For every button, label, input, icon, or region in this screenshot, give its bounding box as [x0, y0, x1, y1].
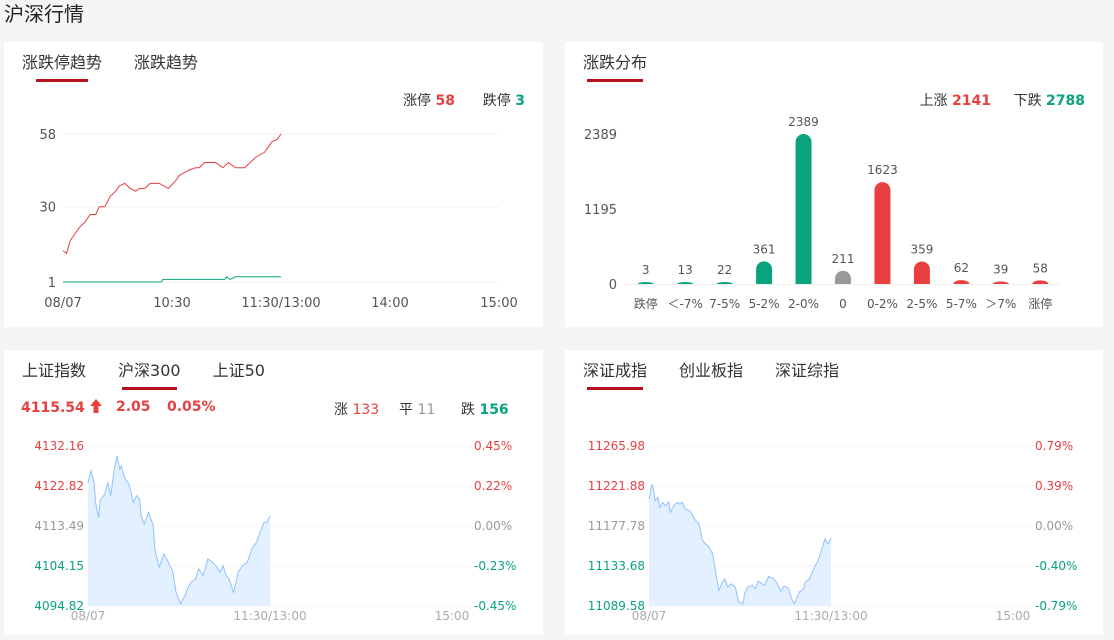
x-tick-label: 14:00 — [371, 296, 408, 311]
x-tick-label: 15:00 — [480, 296, 517, 311]
pct-tick-label: -0.45% — [474, 599, 516, 613]
y-tick-label: 4104.15 — [34, 559, 84, 573]
x-tick-label: 15:00 — [996, 609, 1031, 623]
bar — [637, 282, 654, 284]
category-label: 7-5% — [709, 297, 740, 311]
page-title: 沪深行情 — [4, 2, 84, 26]
bar-value-label: 361 — [753, 242, 776, 256]
bar — [795, 134, 812, 284]
x-tick-label: 10:30 — [153, 296, 190, 311]
csi300-chart: 4132.16 0.45% 4122.82 0.22% 4113.49 0.00% 4104… — [34, 439, 516, 623]
pct-tick-label: 0.45% — [474, 439, 512, 453]
pct-tick-label: 0.00% — [474, 519, 512, 533]
category-label: 0 — [839, 297, 847, 311]
index-panel-right: 深证成指 创业板指 深证综指 11265.98 0.79% 11221.88 0.39… — [565, 350, 1103, 635]
x-tick-label: 08/07 — [632, 609, 667, 623]
bar-value-label: 58 — [1033, 261, 1048, 275]
category-label: 5-2% — [749, 297, 780, 311]
pct-tick-label: 0.79% — [1035, 439, 1073, 453]
limit-trend-chart: 1 30 58 08/07 10:30 11:30/13:00 14:00 15:00 — [39, 128, 517, 311]
y-tick-label: 4122.82 — [34, 479, 84, 493]
y-tick-label: 11177.78 — [588, 519, 645, 533]
bar-value-label: 39 — [993, 263, 1008, 277]
y-tick-label: 11133.68 — [588, 559, 645, 573]
pct-tick-label: 0.22% — [474, 479, 512, 493]
bar-value-label: 13 — [678, 263, 693, 277]
price-area — [88, 455, 270, 606]
szse-component-chart: 11265.98 0.79% 11221.88 0.39% 11177.78 0.00% 1… — [588, 439, 1078, 623]
x-tick-label: 11:30/13:00 — [233, 609, 306, 623]
bar-value-label: 359 — [910, 242, 933, 256]
series-line-limit-up — [62, 133, 282, 255]
pct-tick-label: -0.23% — [474, 559, 516, 573]
category-label: 跌停 — [634, 296, 658, 311]
bar — [756, 261, 773, 284]
y-tick-label: 2389 — [584, 128, 617, 143]
y-tick-label: 11221.88 — [588, 479, 645, 493]
pct-tick-label: 0.00% — [1035, 519, 1073, 533]
distribution-panel: 涨跌分布 上涨 2141 下跌 2788 0 1195 2389 3 跌停 13 ＜-7% 2… — [565, 42, 1103, 327]
category-label: 2-0% — [788, 297, 819, 311]
bar — [992, 281, 1009, 284]
bar-value-label: 211 — [832, 252, 855, 266]
category-label: 涨停 — [1028, 296, 1052, 311]
category-label: 5-7% — [946, 297, 977, 311]
bar — [913, 261, 930, 284]
bar — [874, 182, 891, 284]
category-label: 0-2% — [867, 297, 898, 311]
bar — [835, 270, 851, 284]
category-label: ＜-7% — [667, 297, 702, 311]
distribution-chart: 0 1195 2389 3 跌停 13 ＜-7% 22 7-5% 361 5-2% 2389 2-0% 2… — [584, 115, 1060, 311]
bar — [953, 280, 970, 284]
category-label: ＞7% — [985, 297, 1016, 311]
y-tick-label: 11265.98 — [588, 439, 645, 453]
y-tick-label: 30 — [39, 201, 56, 216]
x-tick-label: 11:30/13:00 — [241, 296, 320, 311]
y-tick-label: 58 — [39, 128, 56, 143]
bar-value-label: 62 — [954, 261, 969, 275]
bar-value-label: 2389 — [788, 115, 819, 129]
y-tick-label: 4132.16 — [34, 439, 84, 453]
y-tick-label: 1195 — [584, 203, 617, 218]
pct-tick-label: -0.79% — [1035, 599, 1077, 613]
index-panel-left: 上证指数 沪深300 上证50 4115.54 2.05 0.05% 涨 133… — [4, 350, 543, 635]
pct-tick-label: -0.40% — [1035, 559, 1077, 573]
x-tick-label: 08/07 — [71, 609, 106, 623]
y-tick-label: 1 — [48, 276, 56, 291]
bar-value-label: 22 — [717, 263, 732, 277]
x-tick-label: 08/07 — [44, 296, 81, 311]
x-tick-label: 11:30/13:00 — [794, 609, 867, 623]
series-line-limit-down — [63, 276, 281, 283]
bar-value-label: 1623 — [867, 163, 898, 177]
x-tick-label: 15:00 — [435, 609, 470, 623]
limit-trend-panel: 涨跌停趋势 涨跌趋势 涨停 58 跌停 3 1 30 58 08/07 10:30 11:… — [4, 42, 543, 327]
y-tick-label: 0 — [609, 278, 617, 293]
category-label: 2-5% — [906, 297, 937, 311]
bar — [677, 282, 694, 284]
bar — [1032, 280, 1049, 284]
bar — [716, 282, 733, 284]
y-tick-label: 4113.49 — [34, 519, 84, 533]
bar-value-label: 3 — [642, 263, 650, 277]
pct-tick-label: 0.39% — [1035, 479, 1073, 493]
